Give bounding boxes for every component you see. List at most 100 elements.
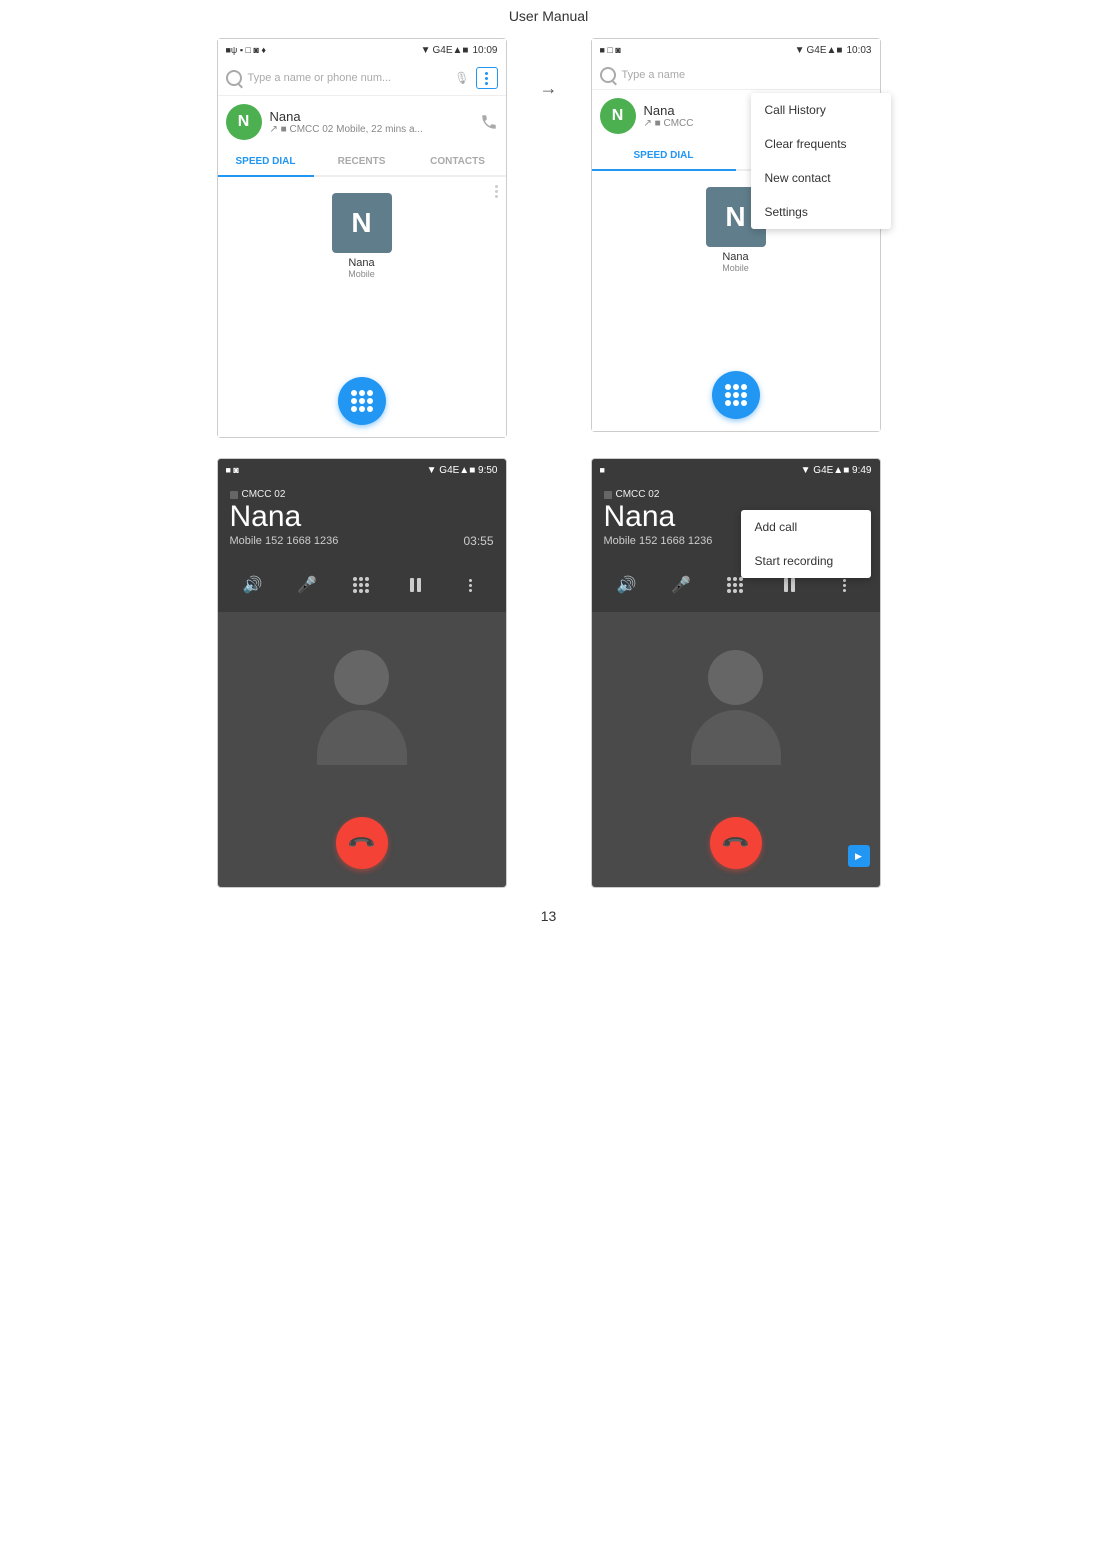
dropdown-new-contact[interactable]: New contact: [751, 161, 891, 195]
call-status-right-info: ▼ G4E▲■ 9:49: [801, 465, 872, 476]
dropdown-call-history[interactable]: Call History: [751, 93, 891, 127]
silhouette-left: [317, 650, 407, 765]
top-right-screen-wrapper: ■ □ ◙ ▼ G4E▲■ 10:03 Type a name: [591, 38, 881, 438]
status-bar-top-right: ■ □ ◙ ▼ G4E▲■ 10:03: [592, 39, 880, 61]
keypad-icon-right: [727, 577, 743, 593]
dropdown-clear-frequents[interactable]: Clear frequents: [751, 127, 891, 161]
dial-fab-left[interactable]: [338, 377, 386, 425]
call-time-right: 9:49: [852, 465, 871, 476]
page-number: 13: [0, 908, 1097, 924]
contact-info: Nana ↗ ■ CMCC 02 Mobile, 22 mins a...: [270, 109, 472, 135]
dropdown-settings[interactable]: Settings: [751, 195, 891, 229]
silhouette-body-left: [317, 710, 407, 765]
keypad-button-left[interactable]: [344, 568, 378, 602]
dial-fab-right[interactable]: [712, 371, 760, 419]
status-left-icons-right: ■ □ ◙: [600, 45, 621, 55]
carrier-dot-right: [604, 491, 612, 499]
bottom-right-wrapper: ■ ▼ G4E▲■ 9:49 CMCC 02 Nana Mobile: [591, 458, 881, 888]
time-text-right: 10:03: [846, 45, 871, 56]
more-button-left[interactable]: [453, 568, 487, 602]
contact-detail: ↗ ■ CMCC 02 Mobile, 22 mins a...: [270, 124, 423, 135]
carrier-right: CMCC 02: [604, 489, 868, 500]
call-header-left: CMCC 02 Nana Mobile 152 1668 1236 03:55: [218, 481, 506, 558]
mic-icon: 🎙: [454, 71, 469, 85]
carrier-dot-left: [230, 491, 238, 499]
page-header: User Manual: [0, 0, 1097, 28]
mute-icon-left: 🎤: [297, 575, 317, 595]
status-right-info: ▼ G4E▲■ 10:09: [421, 45, 498, 56]
end-call-button-right[interactable]: 📞: [710, 817, 762, 869]
search-bar-top-left[interactable]: Type a name or phone num... 🎙: [218, 61, 506, 96]
mute-button-left[interactable]: 🎤: [290, 568, 324, 602]
three-dot-icon: [485, 72, 488, 85]
keypad-icon-left: [353, 577, 369, 593]
tab-contacts[interactable]: CONTACTS: [410, 148, 506, 177]
mute-button-right[interactable]: 🎤: [664, 568, 698, 602]
silhouette-right: [691, 650, 781, 765]
call-dropdown-menu: Add call Start recording: [741, 510, 871, 578]
tab-recents[interactable]: RECENTS: [314, 148, 410, 177]
pause-button-left[interactable]: [399, 568, 433, 602]
search-icon-right: [600, 67, 616, 83]
contact-subtitle: ↗ ■ CMCC 02 Mobile, 22 mins a...: [270, 124, 472, 135]
top-left-screen: ■ψ ▪ □ ◙ ♦ ▼ G4E▲■ 10:09 Type a name or …: [217, 38, 507, 438]
tab-speed-dial-right[interactable]: SPEED DIAL: [592, 142, 736, 171]
three-dot-menu-button[interactable]: [476, 67, 498, 89]
speed-dial-card-nana[interactable]: N Nana Mobile: [322, 193, 402, 279]
speed-dial-content-left: N Nana Mobile: [218, 177, 506, 437]
silhouette-body-right: [691, 710, 781, 765]
carrier-name-right: CMCC 02: [616, 489, 660, 500]
call-status-left-icons: ■ ◙: [226, 465, 239, 476]
call-status-bar-left: ■ ◙ ▼ G4E▲■ 9:50: [218, 459, 506, 481]
card-label-right: Mobile: [722, 263, 749, 273]
more-icon-left: [469, 579, 472, 592]
silhouette-head-right: [708, 650, 763, 705]
tab-speed-dial[interactable]: SPEED DIAL: [218, 148, 314, 177]
contact-row-top-left[interactable]: N Nana ↗ ■ CMCC 02 Mobile, 22 mins a...: [218, 96, 506, 148]
contact-detail-right: ↗ ■ CMCC: [644, 118, 694, 129]
status-left-icons: ■ψ ▪ □ ◙ ♦: [226, 45, 267, 55]
status-right-info-right: ▼ G4E▲■ 10:03: [795, 45, 872, 56]
call-status-right: ▼ G4E▲■ 9:50: [427, 465, 498, 476]
call-actions-left: 🔊 🎤: [218, 558, 506, 612]
header-text: User Manual: [509, 8, 588, 24]
more-icon-right: [843, 579, 846, 592]
call-time-left: 9:50: [478, 465, 497, 476]
end-call-button-left[interactable]: 📞: [336, 817, 388, 869]
search-input-right[interactable]: Type a name: [622, 69, 872, 81]
recording-badge: ▶: [848, 845, 870, 867]
speaker-button-left[interactable]: 🔊: [236, 568, 270, 602]
dial-grid-icon-right: [725, 384, 747, 406]
pause-icon-left: [410, 578, 421, 592]
call-phone-left: Mobile 152 1668 1236: [230, 535, 339, 547]
dropdown-add-call[interactable]: Add call: [741, 510, 871, 544]
avatar-silhouette-right: [592, 612, 880, 802]
call-status-bar-right: ■ ▼ G4E▲■ 9:49: [592, 459, 880, 481]
avatar-silhouette-left: [218, 612, 506, 802]
phone-end-icon-left: 📞: [346, 828, 377, 859]
pause-icon-right: [784, 578, 795, 592]
speed-dial-more-button[interactable]: [495, 185, 498, 198]
n-avatar: N: [332, 193, 392, 253]
dial-grid-icon: [351, 390, 373, 412]
more-dots-icon: [495, 185, 498, 198]
call-contact-name-left: Nana: [230, 500, 494, 534]
card-name: Nana: [348, 257, 374, 269]
tabs-bar-top-left: SPEED DIAL RECENTS CONTACTS: [218, 148, 506, 177]
speaker-button-right[interactable]: 🔊: [610, 568, 644, 602]
call-number-row-left: Mobile 152 1668 1236 03:55: [230, 534, 494, 548]
search-bar-top-right[interactable]: Type a name: [592, 61, 880, 90]
spacer: [535, 458, 563, 888]
time-text: 10:09: [472, 45, 497, 56]
card-label: Mobile: [348, 269, 375, 279]
contact-name: Nana: [270, 109, 472, 124]
silhouette-head-left: [334, 650, 389, 705]
call-icon: [480, 113, 498, 131]
status-bar-top-left: ■ψ ▪ □ ◙ ♦ ▼ G4E▲■ 10:09: [218, 39, 506, 61]
card-name-right: Nana: [722, 251, 748, 263]
search-input[interactable]: Type a name or phone num...: [248, 72, 449, 84]
call-phone-right: Mobile 152 1668 1236: [604, 535, 713, 547]
contact-avatar-right: N: [600, 98, 636, 134]
dropdown-start-recording[interactable]: Start recording: [741, 544, 871, 578]
signal-text-right: G4E▲■: [807, 45, 843, 56]
